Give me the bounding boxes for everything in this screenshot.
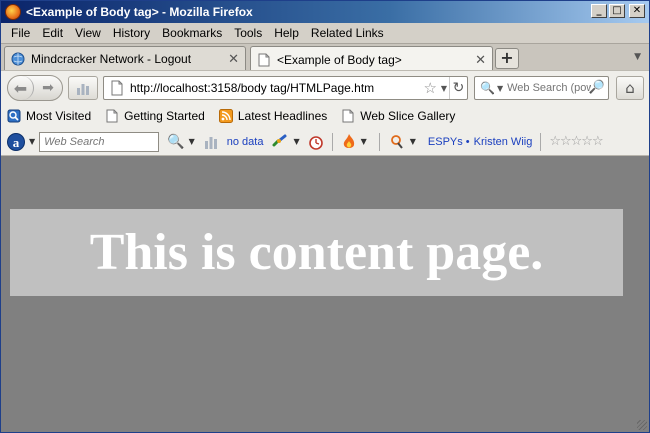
page-icon	[111, 80, 123, 96]
magnifier-dropdown-icon[interactable]: ▼	[410, 137, 416, 146]
web-search-input[interactable]	[507, 82, 592, 94]
reload-icon[interactable]: ↻	[449, 77, 467, 99]
globe-icon	[11, 52, 25, 66]
bookmark-star-icon[interactable]: ☆	[424, 79, 437, 97]
close-button[interactable]: ✕	[629, 4, 645, 18]
menu-bar: File Edit View History Bookmarks Tools H…	[1, 23, 649, 43]
toolbar-separator	[378, 132, 380, 151]
menu-tools[interactable]: Tools	[228, 26, 268, 40]
search-engine-icon[interactable]: 🔍	[480, 81, 495, 95]
url-history-dropdown-icon[interactable]: ▼	[441, 84, 447, 93]
menu-history[interactable]: History	[107, 26, 156, 40]
menu-file[interactable]: File	[5, 26, 36, 40]
bookmark-most-visited[interactable]: Most Visited	[7, 109, 91, 123]
home-button[interactable]: ⌂	[616, 76, 644, 100]
toolbar-separator	[331, 132, 333, 151]
toolbar-separator	[540, 132, 542, 151]
most-visited-icon	[7, 109, 21, 123]
bookmark-label: Getting Started	[124, 109, 205, 123]
trending-dot: •	[465, 135, 470, 148]
page-heading: This is content page.	[89, 224, 544, 281]
toolbar-dropdown-icon[interactable]: ▼	[29, 137, 35, 146]
search-go-icon[interactable]: 🔎	[589, 80, 605, 95]
minimize-button[interactable]: _	[591, 4, 607, 18]
bookmark-label: Web Slice Gallery	[360, 109, 456, 123]
back-forward-group: ⬅ ➡	[7, 75, 63, 101]
bookmark-getting-started[interactable]: Getting Started	[105, 109, 205, 123]
no-data-label[interactable]: no data	[227, 136, 264, 148]
stats-button[interactable]	[68, 76, 98, 100]
tab-strip: Mindcracker Network - Logout ✕ <Example …	[1, 43, 649, 72]
bookmark-label: Latest Headlines	[237, 109, 328, 123]
search-bar: 🔍 ▼ 🔎	[474, 76, 609, 100]
tab-mindcracker[interactable]: Mindcracker Network - Logout ✕	[4, 46, 246, 71]
search-toolbar: a ▼ 🔍 ▼ no data ▼ ▼ ▼	[1, 128, 649, 156]
navigation-bar: ⬅ ➡ ☆ ▼ ↻ 🔍 ▼ 🔎 ⌂	[1, 70, 649, 104]
bar-chart-icon[interactable]	[203, 134, 219, 150]
bar-chart-icon	[77, 84, 89, 95]
menu-bookmarks[interactable]: Bookmarks	[156, 26, 228, 40]
link-icon[interactable]	[271, 133, 289, 151]
search-dropdown-icon[interactable]: ▼	[189, 137, 195, 146]
title-bar: <Example of Body tag> - Mozilla Firefox …	[1, 1, 649, 23]
resize-grip-icon[interactable]	[637, 420, 647, 430]
magnifier-sparkle-icon[interactable]	[388, 133, 406, 151]
flame-dropdown-icon[interactable]: ▼	[361, 137, 367, 146]
bookmark-label: Most Visited	[26, 109, 92, 123]
trending-kristen-wiig-link[interactable]: Kristen Wiig	[474, 136, 533, 148]
rss-icon	[218, 109, 233, 123]
toolbar-search-input[interactable]	[39, 131, 160, 152]
firefox-icon	[5, 4, 21, 20]
close-tab-icon[interactable]: ✕	[475, 52, 486, 68]
bookmark-latest-headlines[interactable]: Latest Headlines	[218, 109, 328, 123]
flame-icon[interactable]	[341, 133, 357, 151]
menu-view[interactable]: View	[69, 26, 107, 40]
tab-list-dropdown-icon[interactable]: ▼	[634, 52, 641, 62]
engine-dropdown-icon[interactable]: ▼	[497, 84, 503, 93]
tab-label: Mindcracker Network - Logout	[31, 52, 192, 66]
rating-stars[interactable]: ☆☆☆☆☆	[549, 134, 603, 149]
page-icon	[258, 53, 270, 66]
browser-window: <Example of Body tag> - Mozilla Firefox …	[0, 0, 650, 433]
toolbar-logo-icon[interactable]: a	[7, 132, 25, 151]
arrow-right-icon: ➡	[42, 80, 54, 96]
content-banner: This is content page.	[10, 209, 623, 296]
home-icon: ⌂	[625, 79, 635, 97]
page-icon	[106, 109, 118, 123]
new-tab-button[interactable]: +	[495, 48, 519, 69]
page-content: This is content page.	[1, 156, 649, 432]
arrow-left-icon: ⬅	[13, 78, 28, 98]
timer-icon[interactable]	[308, 134, 324, 150]
bookmark-web-slice-gallery[interactable]: Web Slice Gallery	[341, 109, 455, 123]
forward-button[interactable]: ➡	[34, 76, 62, 100]
menu-edit[interactable]: Edit	[36, 26, 69, 40]
url-bar: ☆ ▼ ↻	[103, 76, 468, 100]
page-icon	[342, 109, 354, 123]
window-title: <Example of Body tag> - Mozilla Firefox	[26, 5, 253, 19]
search-icon[interactable]: 🔍	[167, 134, 184, 150]
trending-espys-link[interactable]: ESPYs	[428, 136, 463, 148]
maximize-button[interactable]: □	[609, 4, 625, 18]
window-controls: _ □ ✕	[591, 4, 645, 18]
tab-label: <Example of Body tag>	[277, 52, 402, 67]
url-input[interactable]	[130, 81, 400, 95]
close-tab-icon[interactable]: ✕	[228, 51, 239, 67]
tab-example-body[interactable]: <Example of Body tag> ✕	[250, 46, 493, 72]
menu-related-links[interactable]: Related Links	[305, 26, 390, 40]
back-button[interactable]: ⬅	[8, 76, 34, 100]
link-dropdown-icon[interactable]: ▼	[293, 137, 299, 146]
menu-help[interactable]: Help	[268, 26, 305, 40]
bookmarks-toolbar: Most Visited Getting Started Latest Head…	[1, 104, 649, 128]
